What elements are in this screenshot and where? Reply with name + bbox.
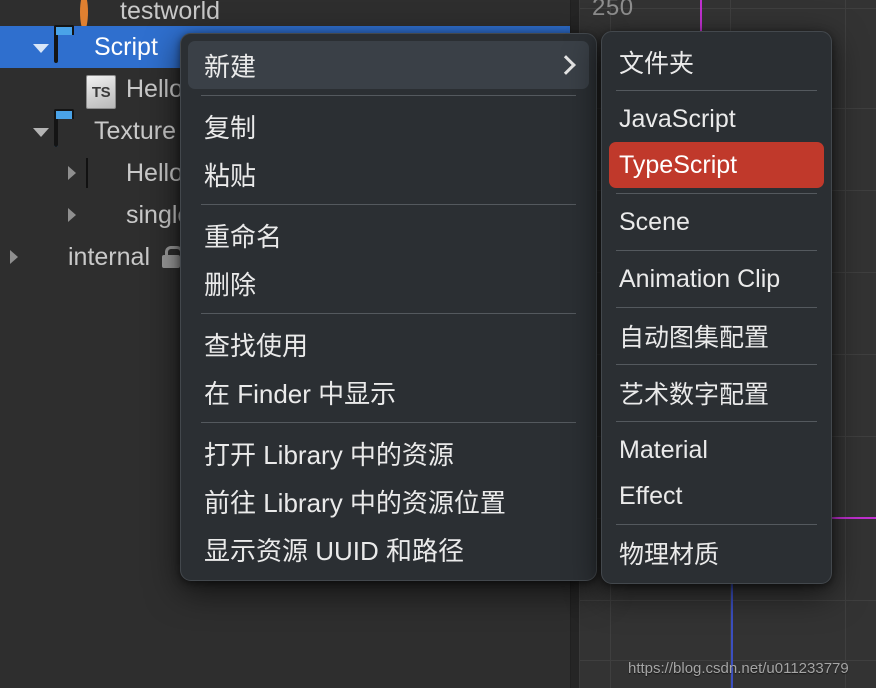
submenu-item-animation-clip[interactable]: Animation Clip <box>609 256 824 302</box>
tree-item-label: Texture <box>94 116 176 145</box>
menu-item-delete[interactable]: 删除 <box>188 259 589 307</box>
menu-separator <box>201 204 576 205</box>
folder-icon <box>54 115 86 147</box>
menu-item-find-usages[interactable]: 查找使用 <box>188 320 589 368</box>
typescript-file-icon: TS <box>86 75 118 109</box>
menu-item-open-library-asset[interactable]: 打开 Library 中的资源 <box>188 429 589 477</box>
menu-separator <box>616 193 817 194</box>
menu-separator <box>201 313 576 314</box>
tree-item-label: Hello <box>126 74 183 103</box>
menu-item-label: 在 Finder 中显示 <box>204 378 397 409</box>
timecode-label: 250 <box>592 0 634 21</box>
menu-item-label: 打开 Library 中的资源 <box>204 439 454 470</box>
submenu-item-effect[interactable]: Effect <box>609 473 824 519</box>
menu-separator <box>201 422 576 423</box>
submenu-item-folder[interactable]: 文件夹 <box>609 39 824 85</box>
menu-item-label: Effect <box>619 481 683 510</box>
submenu-item-art-number-config[interactable]: 艺术数字配置 <box>609 370 824 416</box>
chevron-right-icon[interactable] <box>62 163 82 183</box>
menu-item-label: 查找使用 <box>204 330 309 361</box>
tree-item-label: Script <box>94 32 158 61</box>
tree-row[interactable]: testworld <box>0 0 570 26</box>
menu-item-show-in-finder[interactable]: 在 Finder 中显示 <box>188 368 589 416</box>
new-asset-submenu[interactable]: 文件夹 JavaScript TypeScript Scene Animatio… <box>601 31 832 584</box>
chevron-right-icon[interactable] <box>62 205 82 225</box>
menu-item-copy[interactable]: 复制 <box>188 102 589 150</box>
menu-item-label: 重命名 <box>204 221 283 252</box>
menu-item-label: 前往 Library 中的资源位置 <box>204 487 506 518</box>
folder-icon <box>54 31 86 63</box>
menu-item-label: 艺术数字配置 <box>619 381 770 409</box>
ts-badge-label: TS <box>86 75 116 109</box>
tree-item-label: Hello <box>126 158 183 187</box>
submenu-item-auto-atlas-config[interactable]: 自动图集配置 <box>609 313 824 359</box>
menu-item-goto-library-asset[interactable]: 前往 Library 中的资源位置 <box>188 477 589 525</box>
menu-item-new[interactable]: 新建 <box>188 41 589 89</box>
menu-item-label: TypeScript <box>619 150 738 179</box>
menu-item-label: 删除 <box>204 269 257 300</box>
submenu-item-scene[interactable]: Scene <box>609 199 824 245</box>
grid-line-horizontal <box>580 600 876 601</box>
submenu-item-typescript[interactable]: TypeScript <box>609 142 824 188</box>
menu-item-rename[interactable]: 重命名 <box>188 211 589 259</box>
white-asset-icon <box>86 201 118 229</box>
menu-item-label: 物理材质 <box>619 541 720 569</box>
lock-icon <box>162 246 183 268</box>
menu-item-label: 复制 <box>204 112 257 143</box>
menu-separator <box>616 90 817 91</box>
menu-item-label: 粘贴 <box>204 160 257 191</box>
package-icon <box>28 243 60 271</box>
submenu-item-material[interactable]: Material <box>609 427 824 473</box>
chevron-right-icon <box>557 57 573 73</box>
watermark-url: https://blog.csdn.net/u011233779 <box>628 660 849 677</box>
menu-item-label: 文件夹 <box>619 50 695 78</box>
submenu-item-javascript[interactable]: JavaScript <box>609 96 824 142</box>
menu-item-show-uuid-path[interactable]: 显示资源 UUID 和路径 <box>188 525 589 573</box>
chevron-down-icon[interactable] <box>30 37 50 57</box>
menu-separator <box>616 250 817 251</box>
menu-item-label: Material <box>619 435 708 464</box>
context-menu[interactable]: 新建 复制 粘贴 重命名 删除 查找使用 在 Finder 中显示 打开 Lib… <box>180 33 597 581</box>
menu-separator <box>201 95 576 96</box>
menu-separator <box>616 364 817 365</box>
ring-icon <box>80 0 112 26</box>
menu-item-paste[interactable]: 粘贴 <box>188 150 589 198</box>
menu-item-label: Animation Clip <box>619 264 781 293</box>
grid-line-vertical <box>845 0 846 688</box>
menu-separator <box>616 307 817 308</box>
menu-item-label: JavaScript <box>619 104 736 133</box>
image-asset-icon <box>86 158 118 188</box>
menu-item-label: 新建 <box>204 51 257 82</box>
tree-item-label: internal <box>68 242 150 271</box>
chevron-right-icon[interactable] <box>4 247 24 267</box>
tree-item-label: testworld <box>120 0 221 25</box>
menu-item-label: 自动图集配置 <box>619 324 770 352</box>
submenu-item-physics-material[interactable]: 物理材质 <box>609 530 824 576</box>
menu-separator <box>616 421 817 422</box>
chevron-down-icon[interactable] <box>30 121 50 141</box>
menu-separator <box>616 524 817 525</box>
menu-item-label: Scene <box>619 207 690 236</box>
menu-item-label: 显示资源 UUID 和路径 <box>204 535 465 566</box>
